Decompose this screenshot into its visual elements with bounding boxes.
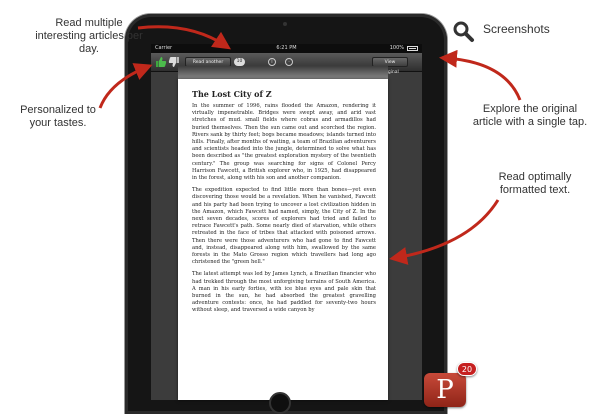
arrow-to-thumbs bbox=[98, 63, 153, 109]
arrow-to-toolbar bbox=[137, 25, 231, 50]
app-icon[interactable]: P bbox=[424, 373, 466, 407]
arrow-to-text bbox=[389, 199, 500, 265]
magnifier-icon bbox=[453, 21, 474, 42]
notification-badge: 20 bbox=[457, 362, 477, 376]
screenshots-title: Screenshots bbox=[483, 22, 550, 36]
annotation-arrows bbox=[98, 25, 522, 265]
arrow-to-view-original bbox=[439, 49, 522, 101]
